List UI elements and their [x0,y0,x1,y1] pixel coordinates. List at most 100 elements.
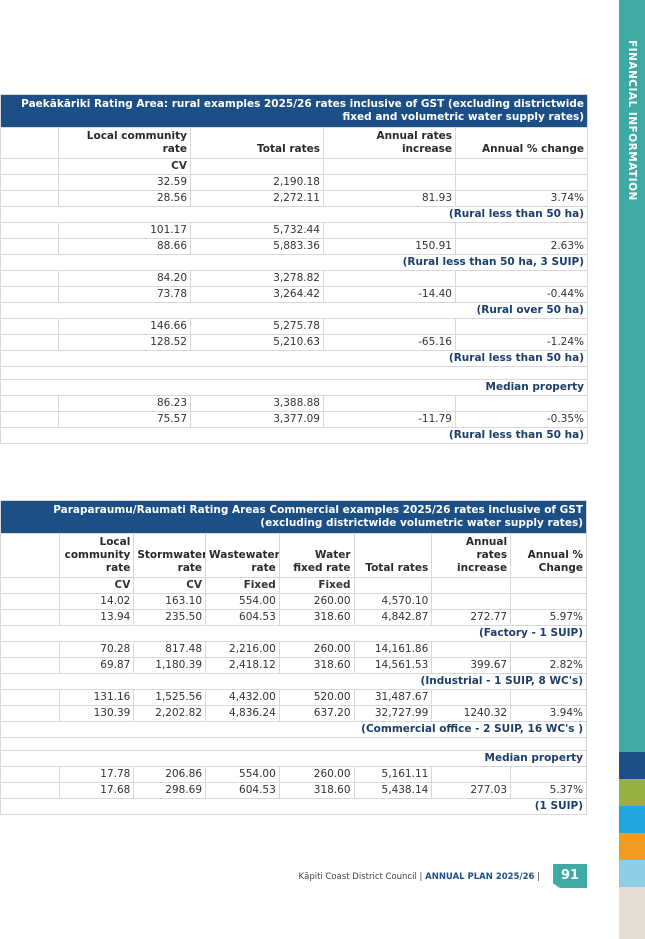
table-cell: 2,272.11 [190,190,324,207]
table-row: 32.59 2,190.18 [0,174,588,191]
unit-cell: Fixed [278,577,355,594]
column-header: Total rates [190,127,324,159]
table-row: 13.94 235.50 604.53 318.60 4,842.87 272.77 5.9… [0,609,587,626]
table-header-row: Local community rate Stormwater rate Waste… [0,533,587,578]
table-cell: 131.16 [58,689,135,706]
table-cell: 17.78 [58,766,135,783]
category-label-row: (Rural less than 50 ha) [0,350,588,367]
table-cell: 2,202.82 [133,705,207,722]
category-label: (Commercial office - 2 SUIP, 16 WC's ) [0,721,587,738]
column-header: Stormwater rate [133,533,207,578]
table-cell [510,641,587,658]
table-cell: -65.16 [323,334,456,351]
unit-cell [323,158,456,175]
unit-cell [0,577,60,594]
table-row: 14.02 163.10 554.00 260.00 4,570.10 [0,593,587,610]
column-header: Total rates [353,533,433,578]
category-label: (Rural over 50 ha) [0,302,588,319]
table-cell: 4,836.24 [205,705,280,722]
table-cell [0,334,59,351]
table-cell [455,270,588,287]
column-header: Local community rate [58,127,191,159]
category-label-row: (Rural less than 50 ha) [0,427,588,444]
table-cell [0,286,59,303]
table-cell: 277.03 [431,782,512,799]
table-row: 101.17 5,732.44 [0,222,588,239]
table-cell: -0.44% [455,286,588,303]
table-row: 70.28 817.48 2,216.00 260.00 14,161.86 [0,641,587,658]
table-cell: 32.59 [58,174,191,191]
table-cell: 84.20 [58,270,191,287]
table-cell: 260.00 [278,593,355,610]
table-cell: 5,210.63 [190,334,324,351]
table-row: 73.78 3,264.42 -14.40 -0.44% [0,286,588,303]
page-number: 91 [553,864,587,888]
column-header: Water fixed rate [278,533,355,578]
unit-cell [190,158,324,175]
category-label: (Rural less than 50 ha, 3 SUIP) [0,254,588,271]
column-header [0,533,60,578]
table-cell [0,238,59,255]
table-row: 128.52 5,210.63 -65.16 -1.24% [0,334,588,351]
column-header: Annual % change [455,127,588,159]
table-cell: 128.52 [58,334,191,351]
table-cell: 318.60 [278,657,355,674]
table-title: Paraparaumu/Raumati Rating Areas Commerc… [0,500,587,534]
category-label: (Rural less than 50 ha) [0,427,588,444]
column-header: Annual % Change [510,533,587,578]
table-cell: 28.56 [58,190,191,207]
table-cell: 3,377.09 [190,411,324,428]
table-cell [455,395,588,412]
color-block [619,752,645,779]
column-header [0,127,59,159]
color-block [619,860,645,887]
plan-name: ANNUAL PLAN 2025/26 [425,872,535,882]
column-header: Wastewater rate [205,533,280,578]
table-cell: 4,432.00 [205,689,280,706]
table-cell: 14,561.53 [353,657,433,674]
table-row: 69.87 1,180.39 2,418.12 318.60 14,561.53 399.… [0,657,587,674]
table-cell: -11.79 [323,411,456,428]
table-cell: 5,161.11 [353,766,433,783]
table-row: 28.56 2,272.11 81.93 3.74% [0,190,588,207]
table-cell: 86.23 [58,395,191,412]
table-cell: 2,418.12 [205,657,280,674]
table-cell: 3.94% [510,705,587,722]
table-cell [323,318,456,335]
category-label-row: Median property [0,750,587,767]
table-cell: 150.91 [323,238,456,255]
table-row: 84.20 3,278.82 [0,270,588,287]
table-cell: 604.53 [205,782,280,799]
spacer-row [0,737,587,751]
table-header-row: Local community rate Total rates Annual ra… [0,127,588,159]
table-cell: 817.48 [133,641,207,658]
table-cell: 604.53 [205,609,280,626]
table-cell: 1,525.56 [133,689,207,706]
table-cell: 4,842.87 [353,609,433,626]
table-cell: 272.77 [431,609,512,626]
table-row: 86.23 3,388.88 [0,395,588,412]
table-cell: 75.57 [58,411,191,428]
category-label-row: (Commercial office - 2 SUIP, 16 WC's ) [0,721,587,738]
table-row: 88.66 5,883.36 150.91 2.63% [0,238,588,255]
table-cell: 399.67 [431,657,512,674]
table-cell [0,190,59,207]
table-cell: 298.69 [133,782,207,799]
category-label-row: (Rural less than 50 ha, 3 SUIP) [0,254,588,271]
category-label-row: Median property [0,379,588,396]
color-block [619,887,645,939]
table-cell: 1,180.39 [133,657,207,674]
column-header: Local community rate [58,533,135,578]
table-cell: 3,264.42 [190,286,324,303]
table-cell: 2.63% [455,238,588,255]
table-title: Paekākāriki Rating Area: rural examples … [0,94,588,128]
table-cell: 1240.32 [431,705,512,722]
table-cell: 17.68 [58,782,135,799]
table-cell [510,593,587,610]
table-cell: 260.00 [278,641,355,658]
council-name: Kāpiti Coast District Council [298,872,417,882]
table-cell: 3,278.82 [190,270,324,287]
table-cell [455,318,588,335]
table-row: 130.39 2,202.82 4,836.24 637.20 32,727.99 124… [0,705,587,722]
table-cell: 88.66 [58,238,191,255]
